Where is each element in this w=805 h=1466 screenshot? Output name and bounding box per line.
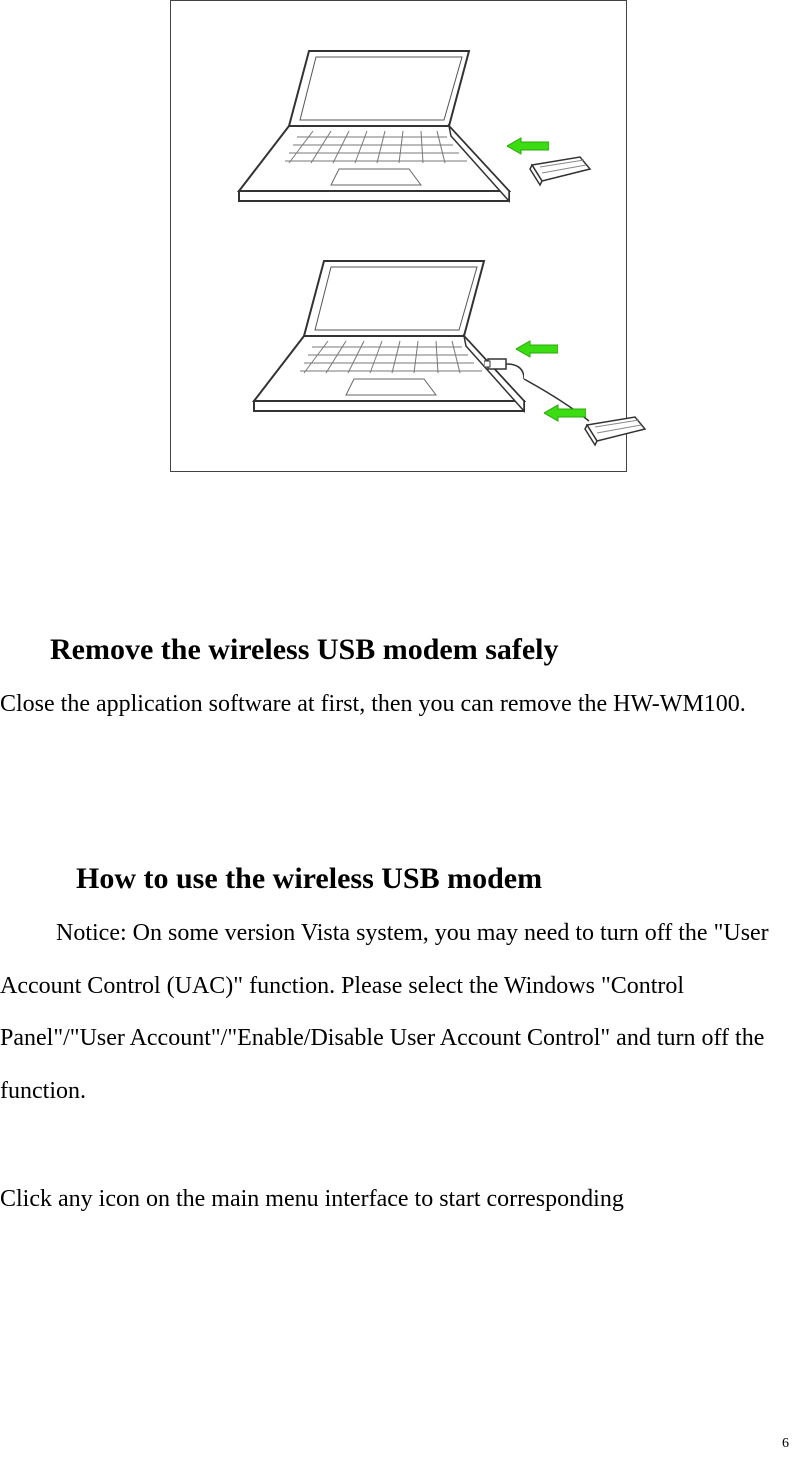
page-number: 6 — [782, 1429, 789, 1460]
laptop-bottom-illustration — [234, 251, 534, 431]
laptop-icon — [234, 251, 534, 431]
laptop-top-illustration — [219, 41, 519, 221]
paragraph-notice: Notice: On some version Vista system, yo… — [0, 907, 795, 1118]
heading-remove-modem: Remove the wireless USB modem safely — [50, 632, 795, 668]
arrow-left-icon — [516, 339, 558, 357]
paragraph-click-icon: Click any icon on the main menu interfac… — [0, 1173, 795, 1226]
arrow-left-icon — [544, 403, 586, 421]
usb-modem-icon — [579, 411, 649, 451]
arrow-left-icon — [507, 136, 549, 154]
paragraph-remove-body: Close the application software at first,… — [0, 678, 795, 731]
usb-modem-icon — [524, 151, 594, 191]
laptop-icon — [219, 41, 519, 221]
illustration-box — [170, 0, 627, 472]
document-page: Remove the wireless USB modem safely Clo… — [0, 0, 805, 1226]
heading-how-to-use: How to use the wireless USB modem — [76, 861, 795, 897]
